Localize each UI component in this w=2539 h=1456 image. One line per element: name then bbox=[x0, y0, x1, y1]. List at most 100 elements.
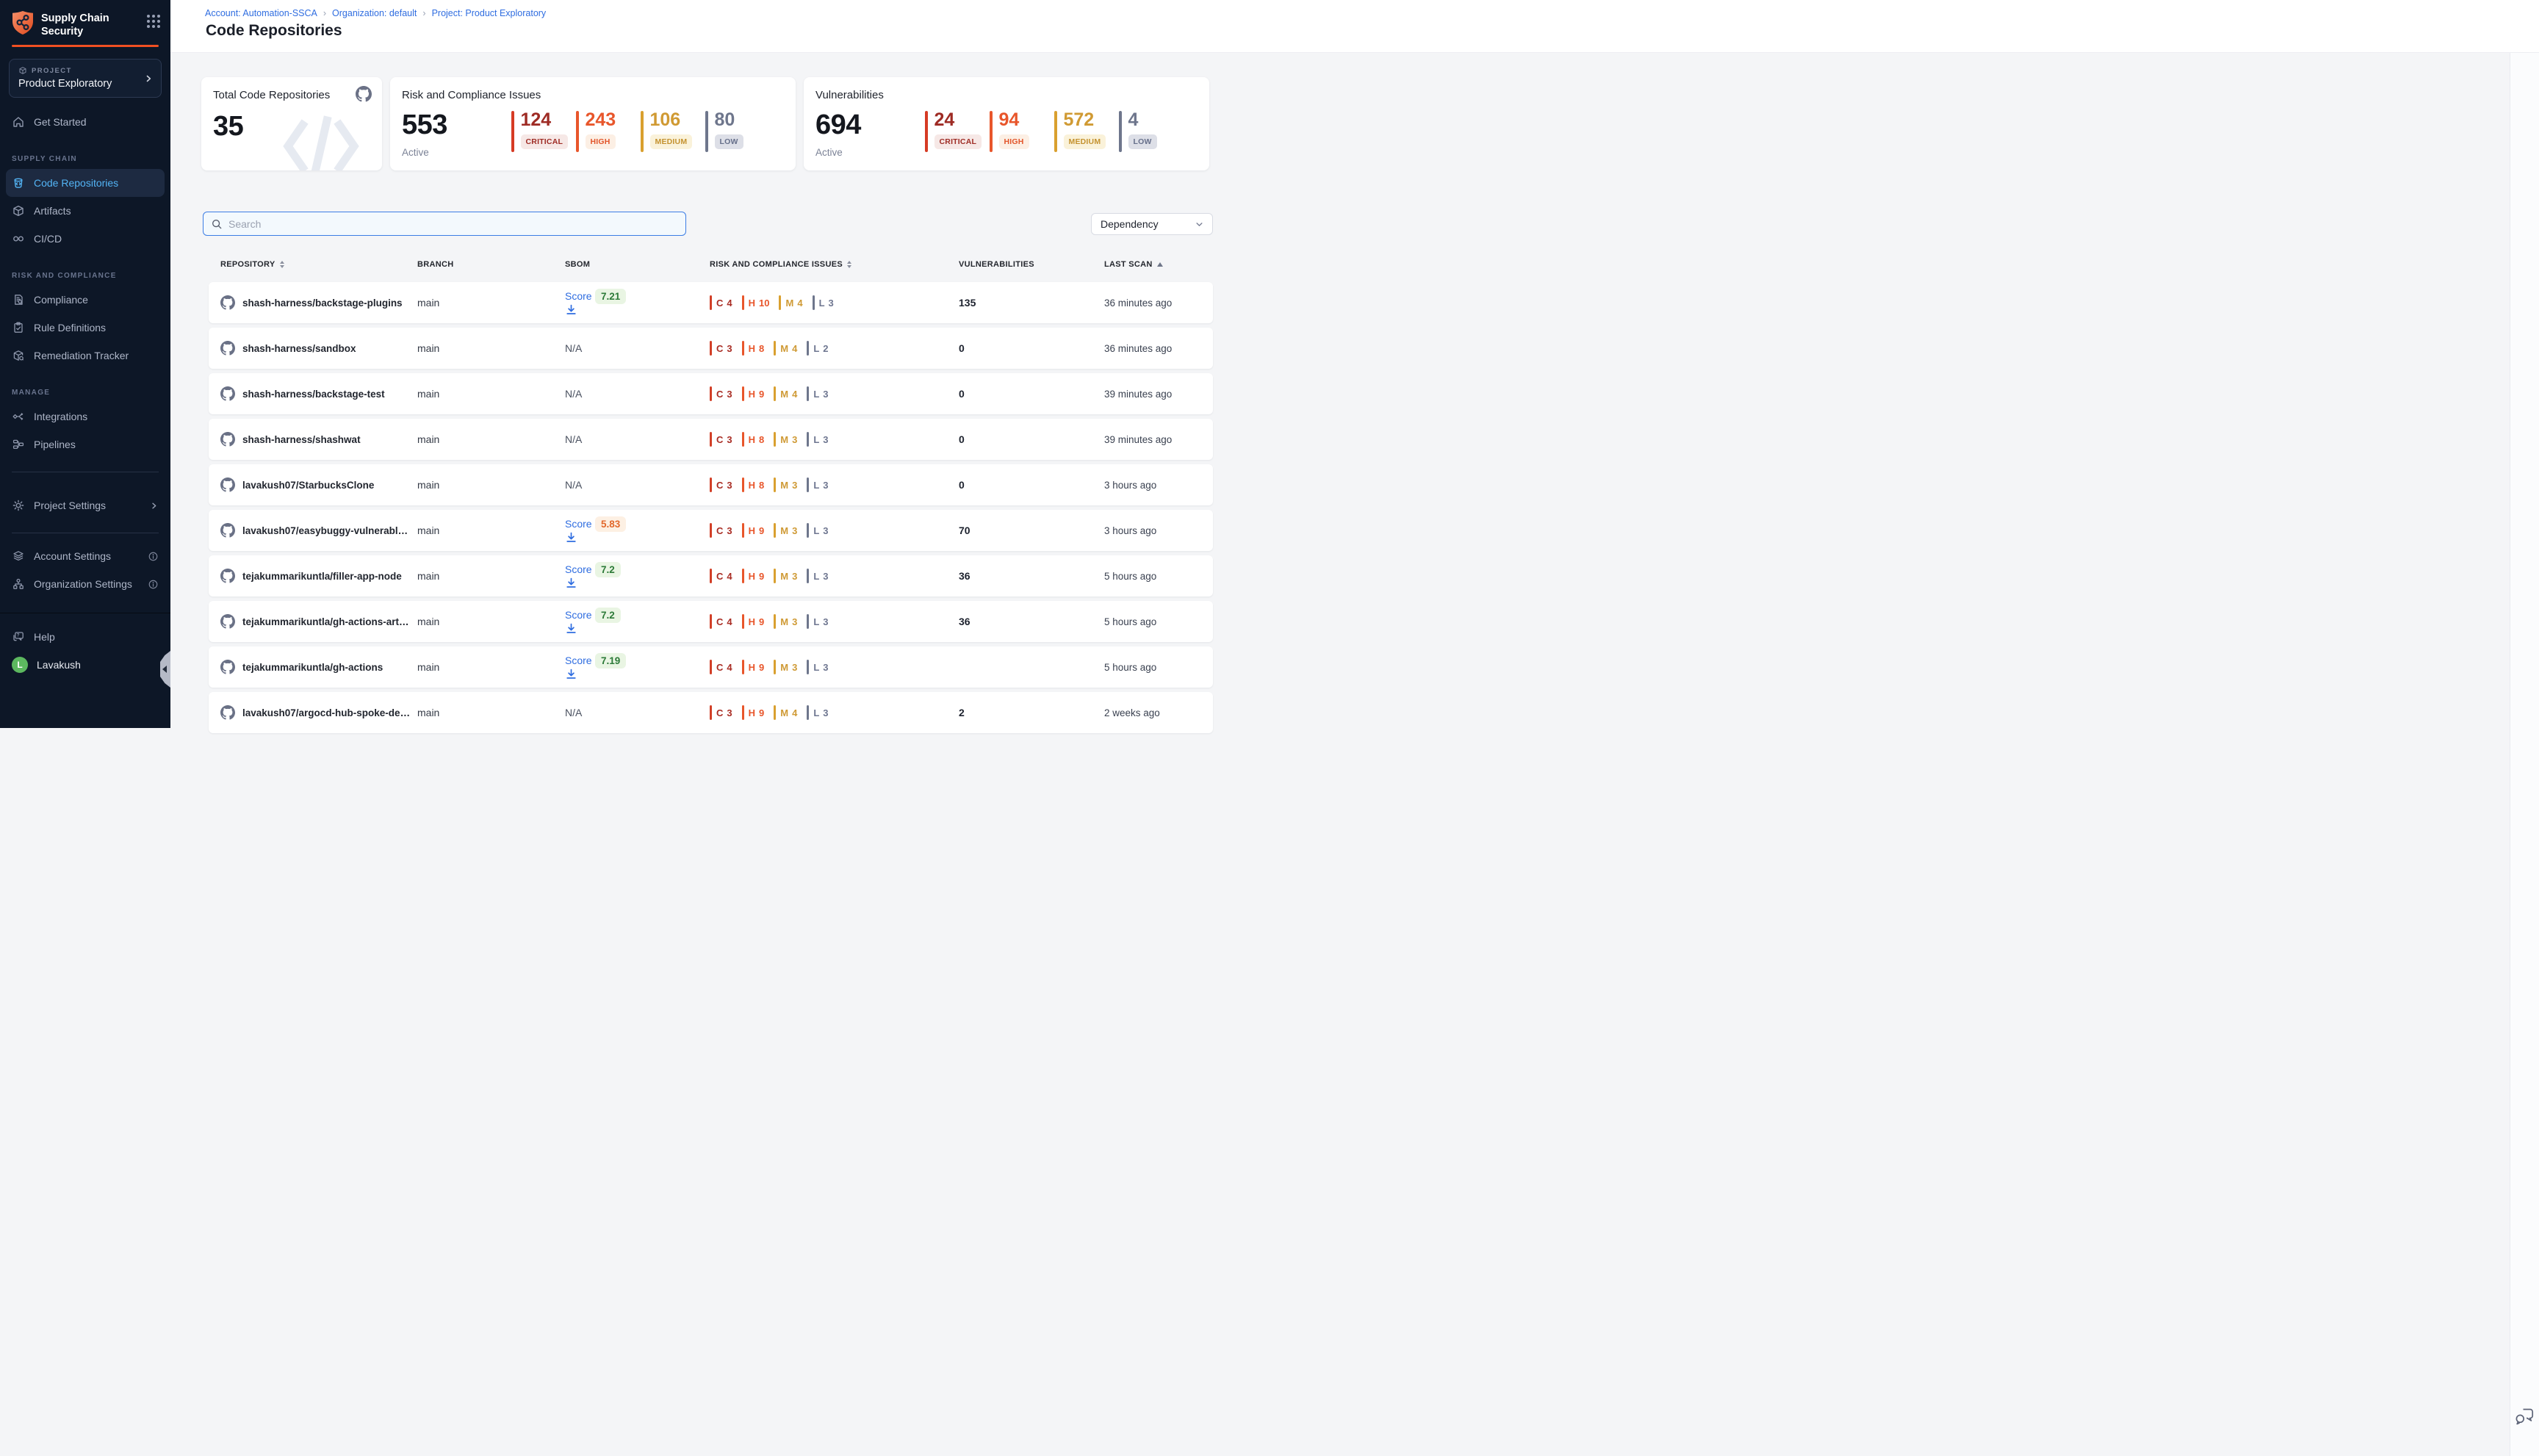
info-icon[interactable] bbox=[148, 579, 159, 590]
breadcrumb-project[interactable]: Project: Product Exploratory bbox=[432, 8, 547, 18]
document-search-icon bbox=[12, 293, 25, 306]
header-last-scan[interactable]: LAST SCAN bbox=[1104, 260, 1213, 269]
sidebar-item-artifacts[interactable]: Artifacts bbox=[0, 197, 170, 225]
table-row[interactable]: shash-harness/backstage-plugins main Sco… bbox=[209, 282, 1213, 323]
branch-value: main bbox=[417, 707, 565, 718]
sidebar-item-get-started[interactable]: Get Started bbox=[0, 108, 170, 136]
breadcrumb-account[interactable]: Account: Automation-SSCA bbox=[205, 8, 317, 18]
download-icon[interactable] bbox=[565, 668, 626, 680]
download-icon[interactable] bbox=[565, 303, 626, 316]
repo-name[interactable]: tejakummarikuntla/filler-app-node bbox=[242, 571, 402, 582]
module-grid-icon[interactable] bbox=[147, 15, 160, 28]
table-row[interactable]: shash-harness/sandbox main N/A C3 H8 M4 … bbox=[209, 328, 1213, 369]
sbom-score: Score 7.19 bbox=[565, 655, 626, 680]
breadcrumb-organization[interactable]: Organization: default bbox=[332, 8, 417, 18]
issues-high: H9 bbox=[742, 569, 765, 583]
sidebar-item-code-repositories[interactable]: Code Repositories bbox=[6, 169, 165, 197]
severity-badge: LOW bbox=[1128, 134, 1157, 149]
download-icon[interactable] bbox=[565, 622, 621, 635]
table-row[interactable]: shash-harness/backstage-test main N/A C3… bbox=[209, 373, 1213, 414]
sidebar-item-compliance[interactable]: Compliance bbox=[0, 286, 170, 314]
github-icon bbox=[220, 295, 235, 310]
header-repository[interactable]: REPOSITORY bbox=[220, 260, 417, 269]
severity-badge: LOW bbox=[715, 134, 743, 149]
issues-high: H8 bbox=[742, 341, 765, 356]
sidebar-item-organization-settings[interactable]: Organization Settings bbox=[0, 570, 170, 598]
issues-medium: M3 bbox=[774, 660, 797, 674]
github-icon bbox=[220, 341, 235, 356]
chat-support-icon[interactable] bbox=[2514, 1408, 2535, 1427]
repo-name[interactable]: tejakummarikuntla/gh-actions bbox=[242, 662, 383, 673]
table-row[interactable]: lavakush07/StarbucksClone main N/A C3 H8… bbox=[209, 464, 1213, 505]
table-row[interactable]: tejakummarikuntla/filler-app-node main S… bbox=[209, 555, 1213, 597]
sidebar-item-remediation-tracker[interactable]: Remediation Tracker bbox=[0, 342, 170, 370]
issues-cell: C3 H9 M4 L3 bbox=[710, 386, 959, 401]
search-input[interactable] bbox=[228, 218, 678, 230]
severity-badge: CRITICAL bbox=[934, 134, 982, 149]
card-title: Total Code Repositories bbox=[213, 89, 370, 101]
avatar: L bbox=[12, 657, 28, 673]
issues-high: H10 bbox=[742, 295, 770, 310]
score-badge: 5.83 bbox=[595, 516, 626, 532]
repo-name[interactable]: shash-harness/backstage-plugins bbox=[242, 298, 403, 309]
code-repo-icon bbox=[12, 176, 25, 190]
issues-medium: M4 bbox=[774, 341, 797, 356]
sidebar-item-cicd[interactable]: CI/CD bbox=[0, 225, 170, 253]
sidebar-item-account-settings[interactable]: Account Settings bbox=[0, 542, 170, 570]
repo-name[interactable]: shash-harness/shashwat bbox=[242, 434, 361, 445]
project-label: PROJECT bbox=[32, 67, 72, 75]
repo-name[interactable]: lavakush07/argocd-hub-spoke-demo bbox=[242, 707, 411, 718]
issues-cell: C3 H9 M3 L3 bbox=[710, 523, 959, 538]
last-scan-value: 2 weeks ago bbox=[1104, 707, 1213, 718]
repo-name[interactable]: lavakush07/StarbucksClone bbox=[242, 480, 374, 491]
pipelines-icon bbox=[12, 438, 25, 451]
table-row[interactable]: tejakummarikuntla/gh-actions-artifacts m… bbox=[209, 601, 1213, 642]
sidebar-item-integrations[interactable]: Integrations bbox=[0, 403, 170, 430]
repo-name[interactable]: lavakush07/easybuggy-vulnerable-app... bbox=[242, 525, 411, 536]
issues-high: H9 bbox=[742, 386, 765, 401]
search-icon bbox=[211, 218, 223, 230]
header-branch: BRANCH bbox=[417, 260, 565, 269]
branch-value: main bbox=[417, 525, 565, 536]
integrations-icon bbox=[12, 410, 25, 423]
issues-low: L3 bbox=[807, 614, 828, 629]
branch-value: main bbox=[417, 570, 565, 582]
card-title: Risk and Compliance Issues bbox=[402, 89, 784, 101]
github-icon bbox=[220, 386, 235, 401]
table-row[interactable]: lavakush07/argocd-hub-spoke-demo main N/… bbox=[209, 692, 1213, 733]
sidebar-item-project-settings[interactable]: Project Settings bbox=[0, 491, 170, 519]
repository-cell: tejakummarikuntla/gh-actions bbox=[220, 660, 417, 674]
sbom-na: N/A bbox=[565, 707, 582, 718]
repo-name[interactable]: shash-harness/sandbox bbox=[242, 343, 356, 354]
repo-name[interactable]: tejakummarikuntla/gh-actions-artifacts bbox=[242, 616, 411, 627]
table-row[interactable]: shash-harness/shashwat main N/A C3 H8 M3… bbox=[209, 419, 1213, 460]
last-scan-value: 39 minutes ago bbox=[1104, 434, 1213, 445]
issues-low: L3 bbox=[807, 432, 828, 447]
header-risk-compliance-issues[interactable]: RISK AND COMPLIANCE ISSUES bbox=[710, 260, 959, 269]
breadcrumb: Account: Automation-SSCA › Organization:… bbox=[205, 8, 546, 18]
sidebar-item-help[interactable]: ? Help bbox=[0, 623, 170, 651]
issues-high: H9 bbox=[742, 523, 765, 538]
dependency-dropdown[interactable]: Dependency bbox=[1091, 213, 1213, 235]
repo-name[interactable]: shash-harness/backstage-test bbox=[242, 389, 385, 400]
score-badge: 7.2 bbox=[595, 608, 621, 623]
download-icon[interactable] bbox=[565, 577, 621, 589]
issues-medium: M3 bbox=[774, 569, 797, 583]
info-icon[interactable] bbox=[148, 551, 159, 562]
project-selector[interactable]: PROJECT Product Exploratory bbox=[9, 59, 162, 98]
repository-cell: lavakush07/easybuggy-vulnerable-app... bbox=[220, 523, 417, 538]
total-repos-value: 35 bbox=[213, 111, 243, 143]
vulnerabilities-value: 36 bbox=[959, 570, 1104, 582]
download-icon[interactable] bbox=[565, 531, 626, 544]
branch-value: main bbox=[417, 342, 565, 354]
table-row[interactable]: lavakush07/easybuggy-vulnerable-app... m… bbox=[209, 510, 1213, 551]
vuln-total-sub: Active bbox=[815, 147, 861, 158]
score-badge: 7.19 bbox=[595, 653, 626, 668]
user-menu[interactable]: L Lavakush bbox=[0, 651, 170, 679]
issues-high: H9 bbox=[742, 614, 765, 629]
layers-icon bbox=[12, 549, 25, 563]
table-row[interactable]: tejakummarikuntla/gh-actions main Score … bbox=[209, 646, 1213, 688]
issues-low: L3 bbox=[807, 705, 828, 720]
sidebar-item-rule-definitions[interactable]: Rule Definitions bbox=[0, 314, 170, 342]
sidebar-item-pipelines[interactable]: Pipelines bbox=[0, 430, 170, 458]
